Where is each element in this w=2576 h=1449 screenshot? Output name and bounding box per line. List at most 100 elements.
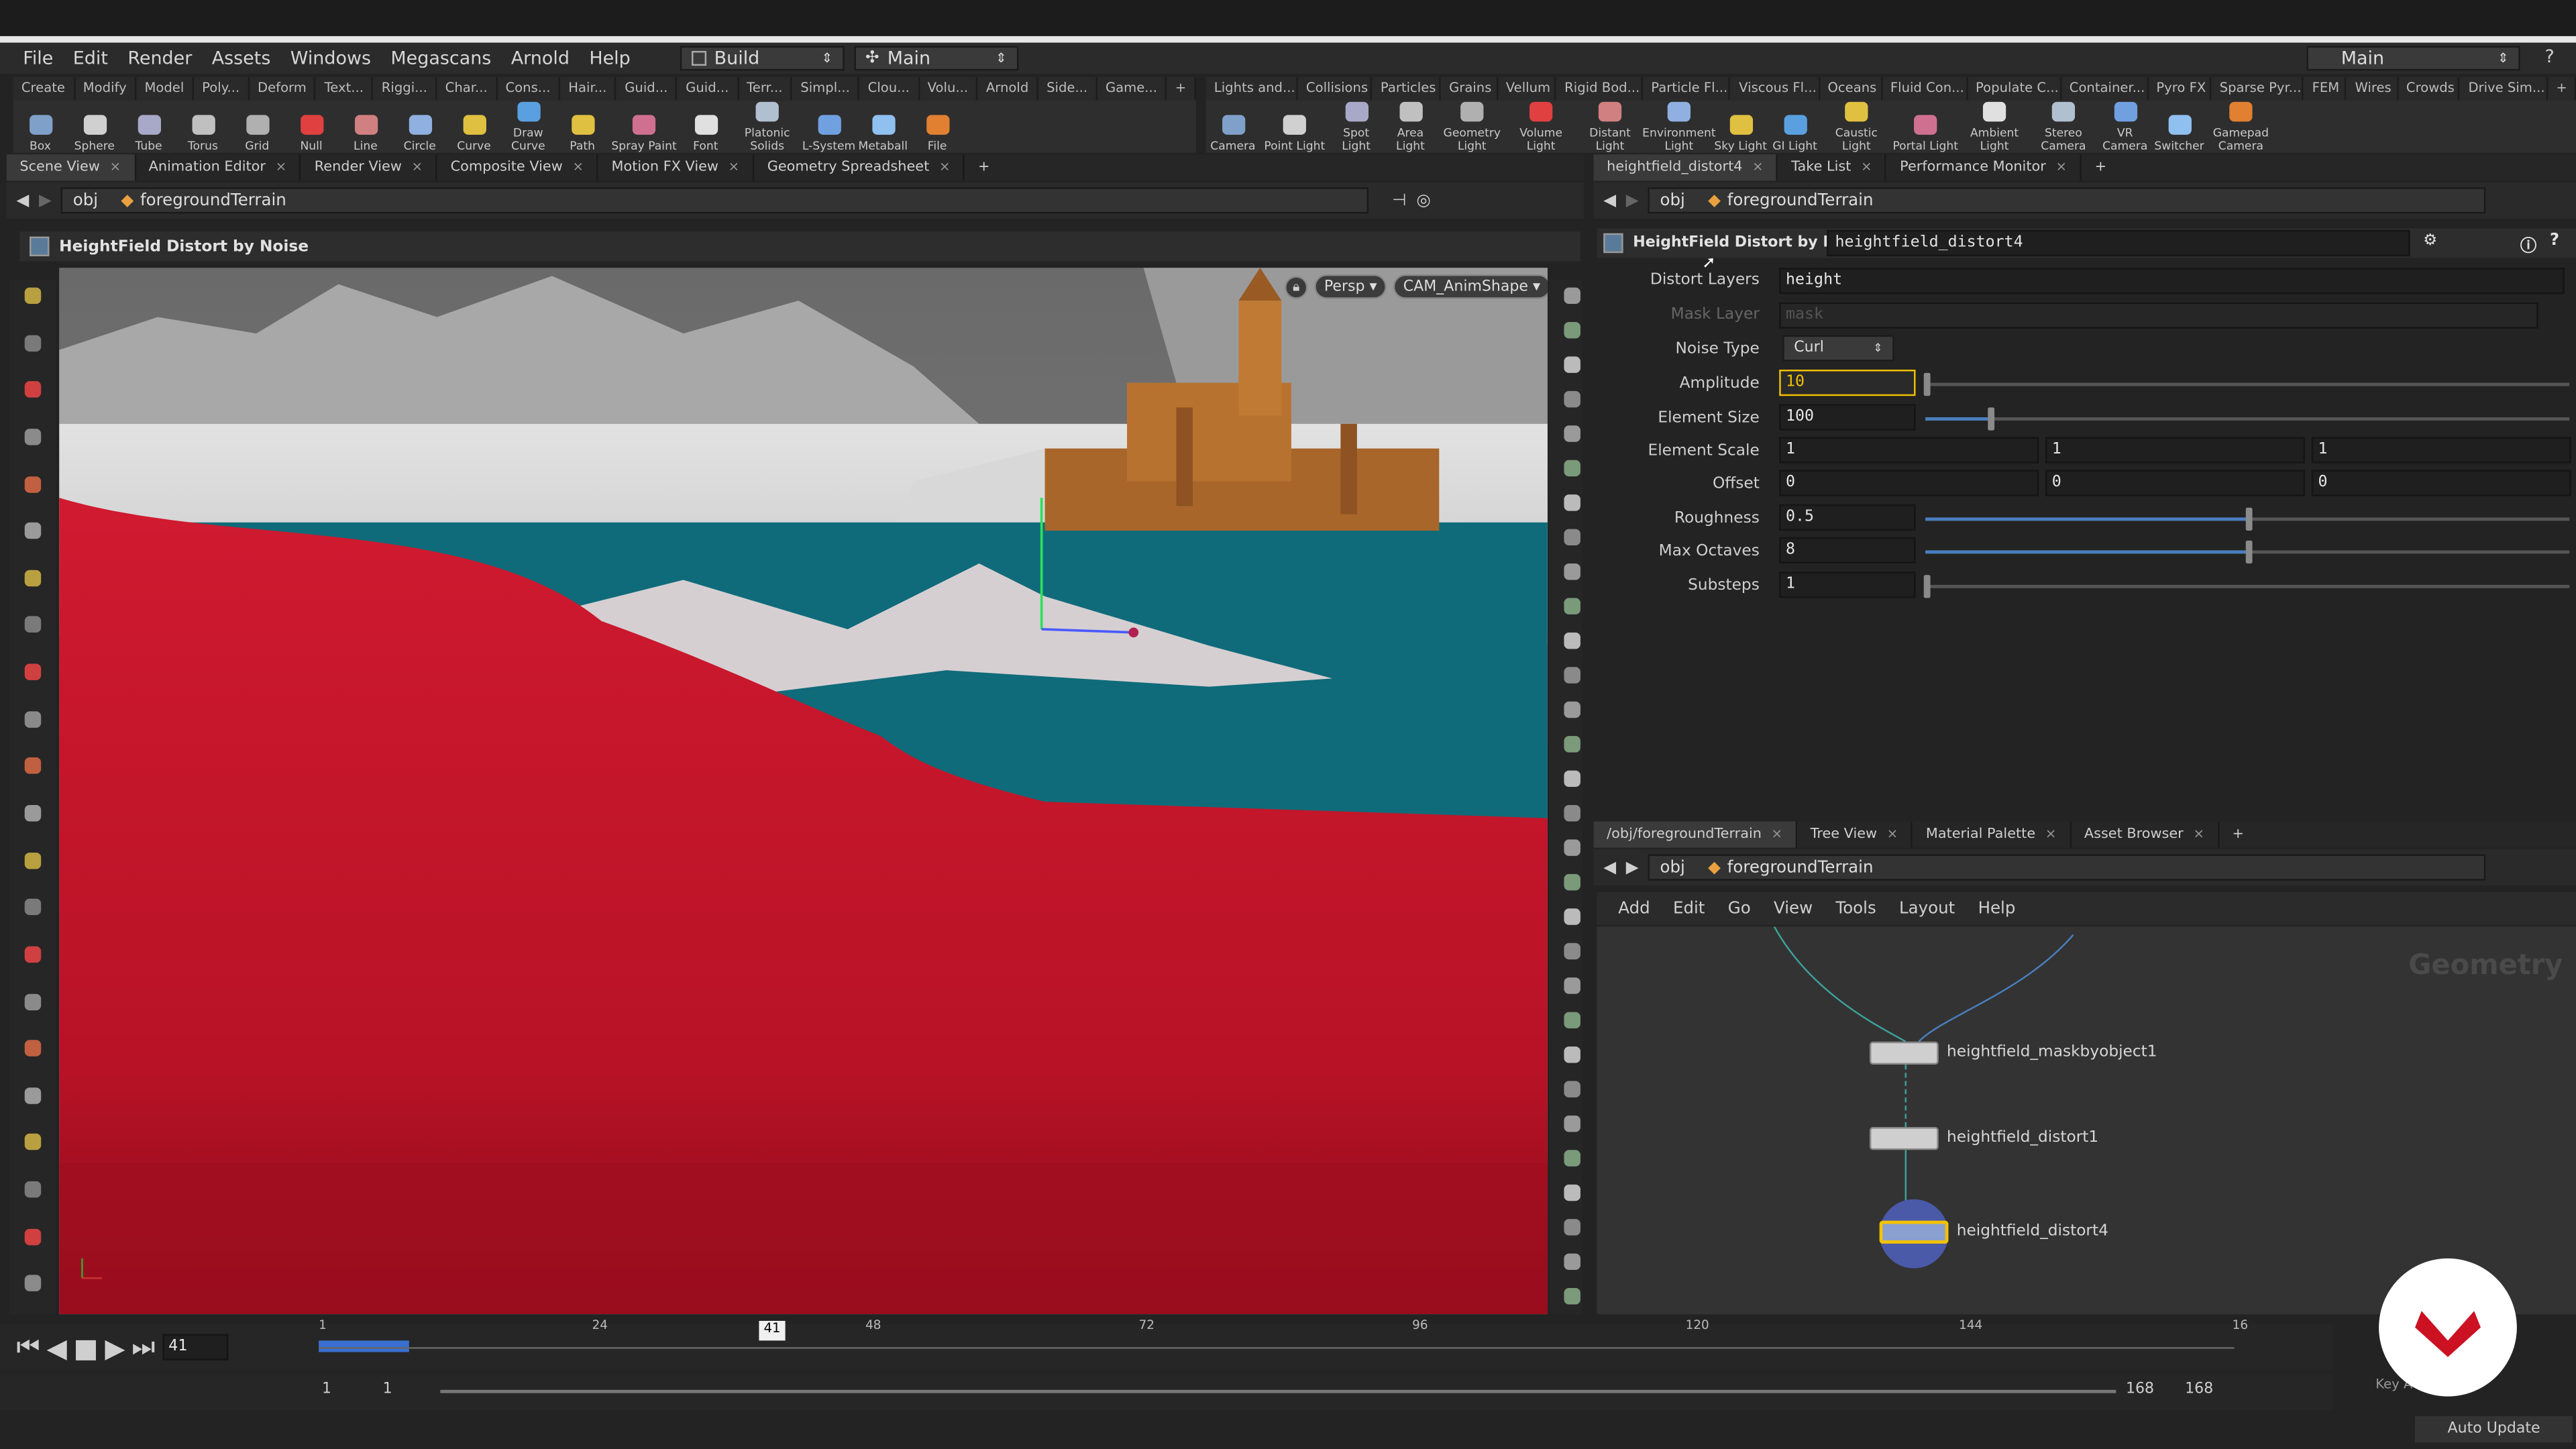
close-tab-icon[interactable]: × — [1772, 821, 1782, 847]
tab-animation-editor[interactable]: Animation Editor × — [136, 154, 302, 181]
network-menu-tools[interactable]: Tools — [1824, 900, 1888, 918]
tool-ambient-light[interactable]: Ambient Light — [1960, 100, 2029, 153]
element-size-slider[interactable] — [1925, 407, 2570, 431]
max-octaves-field[interactable]: 8 — [1779, 537, 1916, 564]
max-octaves-slider-knob[interactable] — [2245, 540, 2253, 564]
close-tab-icon[interactable]: × — [939, 154, 950, 180]
substeps-slider[interactable] — [1923, 575, 2570, 598]
wire-tool-icon[interactable] — [1556, 831, 1589, 864]
shelf-tab-volu[interactable]: Volu... — [919, 77, 978, 101]
view-tool-icon[interactable] — [1556, 383, 1589, 416]
view-tool-icon[interactable] — [16, 421, 49, 453]
right-desktop-selector[interactable]: Main ⇕ — [2306, 46, 2520, 71]
shelf-tab-clou[interactable]: Clou... — [859, 77, 920, 101]
end-frame-2[interactable]: 168 — [2185, 1382, 2213, 1398]
tool-stereo-camera[interactable]: Stereo Camera — [2029, 100, 2098, 153]
close-tab-icon[interactable]: × — [1752, 154, 1763, 180]
network-editor[interactable]: Geometry heightfield_maskbyobject1 heigh… — [1597, 926, 2576, 1315]
lock-tool-icon[interactable] — [1556, 1142, 1589, 1175]
tool-camera[interactable]: Camera — [1206, 100, 1260, 153]
update-mode-menu[interactable]: Auto Update — [2415, 1416, 2573, 1443]
point-tool-icon[interactable] — [1556, 866, 1589, 899]
tool-null[interactable]: Null — [284, 100, 339, 153]
shelf-tab-particle-fl[interactable]: Particle Fl... — [1643, 77, 1731, 101]
shelf-tab-particles[interactable]: Particles — [1373, 77, 1441, 101]
close-tab-icon[interactable]: × — [729, 154, 739, 180]
select-tool-icon[interactable] — [16, 1267, 49, 1300]
select-tool-icon[interactable] — [16, 279, 49, 312]
shade-tool-icon[interactable] — [1556, 797, 1589, 830]
display-tool-icon[interactable] — [1556, 762, 1589, 795]
roughness-slider[interactable] — [1925, 507, 2570, 531]
forward-arrow-icon[interactable]: ▶ — [1626, 191, 1639, 209]
shelf-tab-drive-sim[interactable]: Drive Sim... — [2460, 77, 2548, 101]
tab-geometry-spreadsheet[interactable]: Geometry Spreadsheet × — [754, 154, 965, 181]
help-icon[interactable]: ? — [2544, 46, 2554, 68]
camera-tool-icon[interactable] — [16, 797, 49, 830]
paint-tool-icon[interactable] — [1556, 521, 1589, 553]
tool-vr-camera[interactable]: VR Camera — [2098, 100, 2152, 153]
path-root[interactable]: obj — [73, 191, 98, 209]
play-back-icon[interactable]: ◀ — [47, 1332, 67, 1363]
shelf-tab-container[interactable]: Container... — [2061, 77, 2149, 101]
uv-tool-icon[interactable] — [1556, 934, 1589, 967]
handle-tool-icon[interactable] — [16, 374, 49, 407]
menu-assets[interactable]: Assets — [202, 43, 280, 74]
tool-circle[interactable]: Circle — [392, 100, 447, 153]
shelf-tab-vellum[interactable]: Vellum — [1498, 77, 1556, 101]
close-tab-icon[interactable]: × — [2193, 821, 2204, 847]
stop-icon[interactable]: ■ — [74, 1332, 99, 1363]
first-frame-icon[interactable]: ⏮ — [16, 1331, 40, 1364]
shelf-tab-arnold[interactable]: Arnold — [978, 77, 1038, 101]
tool-grid[interactable]: Grid — [230, 100, 284, 153]
tool-line[interactable]: Line — [338, 100, 392, 153]
network-menu-help[interactable]: Help — [1966, 900, 2027, 918]
offset-y-field[interactable]: 0 — [2045, 470, 2305, 496]
view-tool-icon[interactable] — [1556, 1108, 1589, 1140]
node-heightfield-maskbyobject1[interactable] — [1869, 1041, 1939, 1065]
timeline-scrubber[interactable]: 1 24 48 72 96 120 144 16 41 — [319, 1318, 2248, 1371]
lock-tool-icon[interactable] — [16, 468, 49, 500]
shelf-tab-hair[interactable]: Hair... — [560, 77, 616, 101]
add-param-tab-button[interactable]: + — [2082, 154, 2120, 180]
light-tool-icon[interactable] — [16, 844, 49, 877]
measure-tool-icon[interactable] — [1556, 625, 1589, 657]
tool-spray-paint[interactable]: Spray Paint — [610, 100, 679, 153]
tab-tree-view[interactable]: Tree View × — [1797, 821, 1913, 848]
gear-icon[interactable]: ⚙ — [2423, 231, 2437, 250]
snap-tool-icon[interactable] — [1556, 1280, 1589, 1313]
shelf-tab-guid[interactable]: Guid... — [678, 77, 739, 101]
info-icon[interactable]: ⓘ — [2520, 231, 2536, 256]
close-tab-icon[interactable]: × — [2056, 154, 2067, 180]
normal-tool-icon[interactable] — [16, 1126, 49, 1159]
pose-tool-icon[interactable] — [1556, 1038, 1589, 1071]
measure-tool-icon[interactable] — [16, 750, 49, 783]
shelf-tab-oceans[interactable]: Oceans — [1819, 77, 1882, 101]
tab-asset-browser[interactable]: Asset Browser × — [2071, 821, 2219, 848]
add-tab-button[interactable]: + — [965, 154, 1003, 180]
forward-arrow-icon[interactable]: ▶ — [39, 191, 52, 209]
tool-distant-light[interactable]: Distant Light — [1576, 100, 1645, 153]
paint-tool-icon[interactable] — [16, 608, 49, 641]
offset-x-field[interactable]: 0 — [1779, 470, 2039, 496]
mask-layer-field[interactable]: mask — [1779, 302, 2538, 329]
tool-switcher[interactable]: Switcher — [2152, 100, 2206, 153]
shelf-tab-modify[interactable]: Modify — [75, 77, 137, 101]
network-menu-view[interactable]: View — [1762, 900, 1824, 918]
shelf-tab-fluid-con[interactable]: Fluid Con... — [1882, 77, 1968, 101]
shelf-tab-deform[interactable]: Deform — [250, 77, 317, 101]
close-tab-icon[interactable]: × — [412, 154, 423, 180]
path-root[interactable]: obj — [1660, 191, 1684, 209]
tab-performance-monitor[interactable]: Performance Monitor × — [1887, 154, 2082, 181]
tool-l-system[interactable]: L-System — [802, 100, 856, 153]
element-size-slider-knob[interactable] — [1988, 407, 1995, 431]
tool-metaball[interactable]: Metaball — [856, 100, 910, 153]
path-root[interactable]: obj — [1660, 859, 1684, 877]
pin-icon[interactable]: ⊣ — [1392, 191, 1406, 209]
info-tool-icon[interactable] — [16, 1220, 49, 1253]
tool-sphere[interactable]: Sphere — [67, 100, 121, 153]
shelf-tab-sparse-pyr[interactable]: Sparse Pyr... — [2211, 77, 2304, 101]
display-tool-icon[interactable] — [16, 938, 49, 971]
scene-viewport[interactable]: 🔒︎ Persp ▾ CAM_AnimShape ▾ — [59, 268, 1548, 1315]
render-tool-icon[interactable] — [1556, 728, 1589, 761]
